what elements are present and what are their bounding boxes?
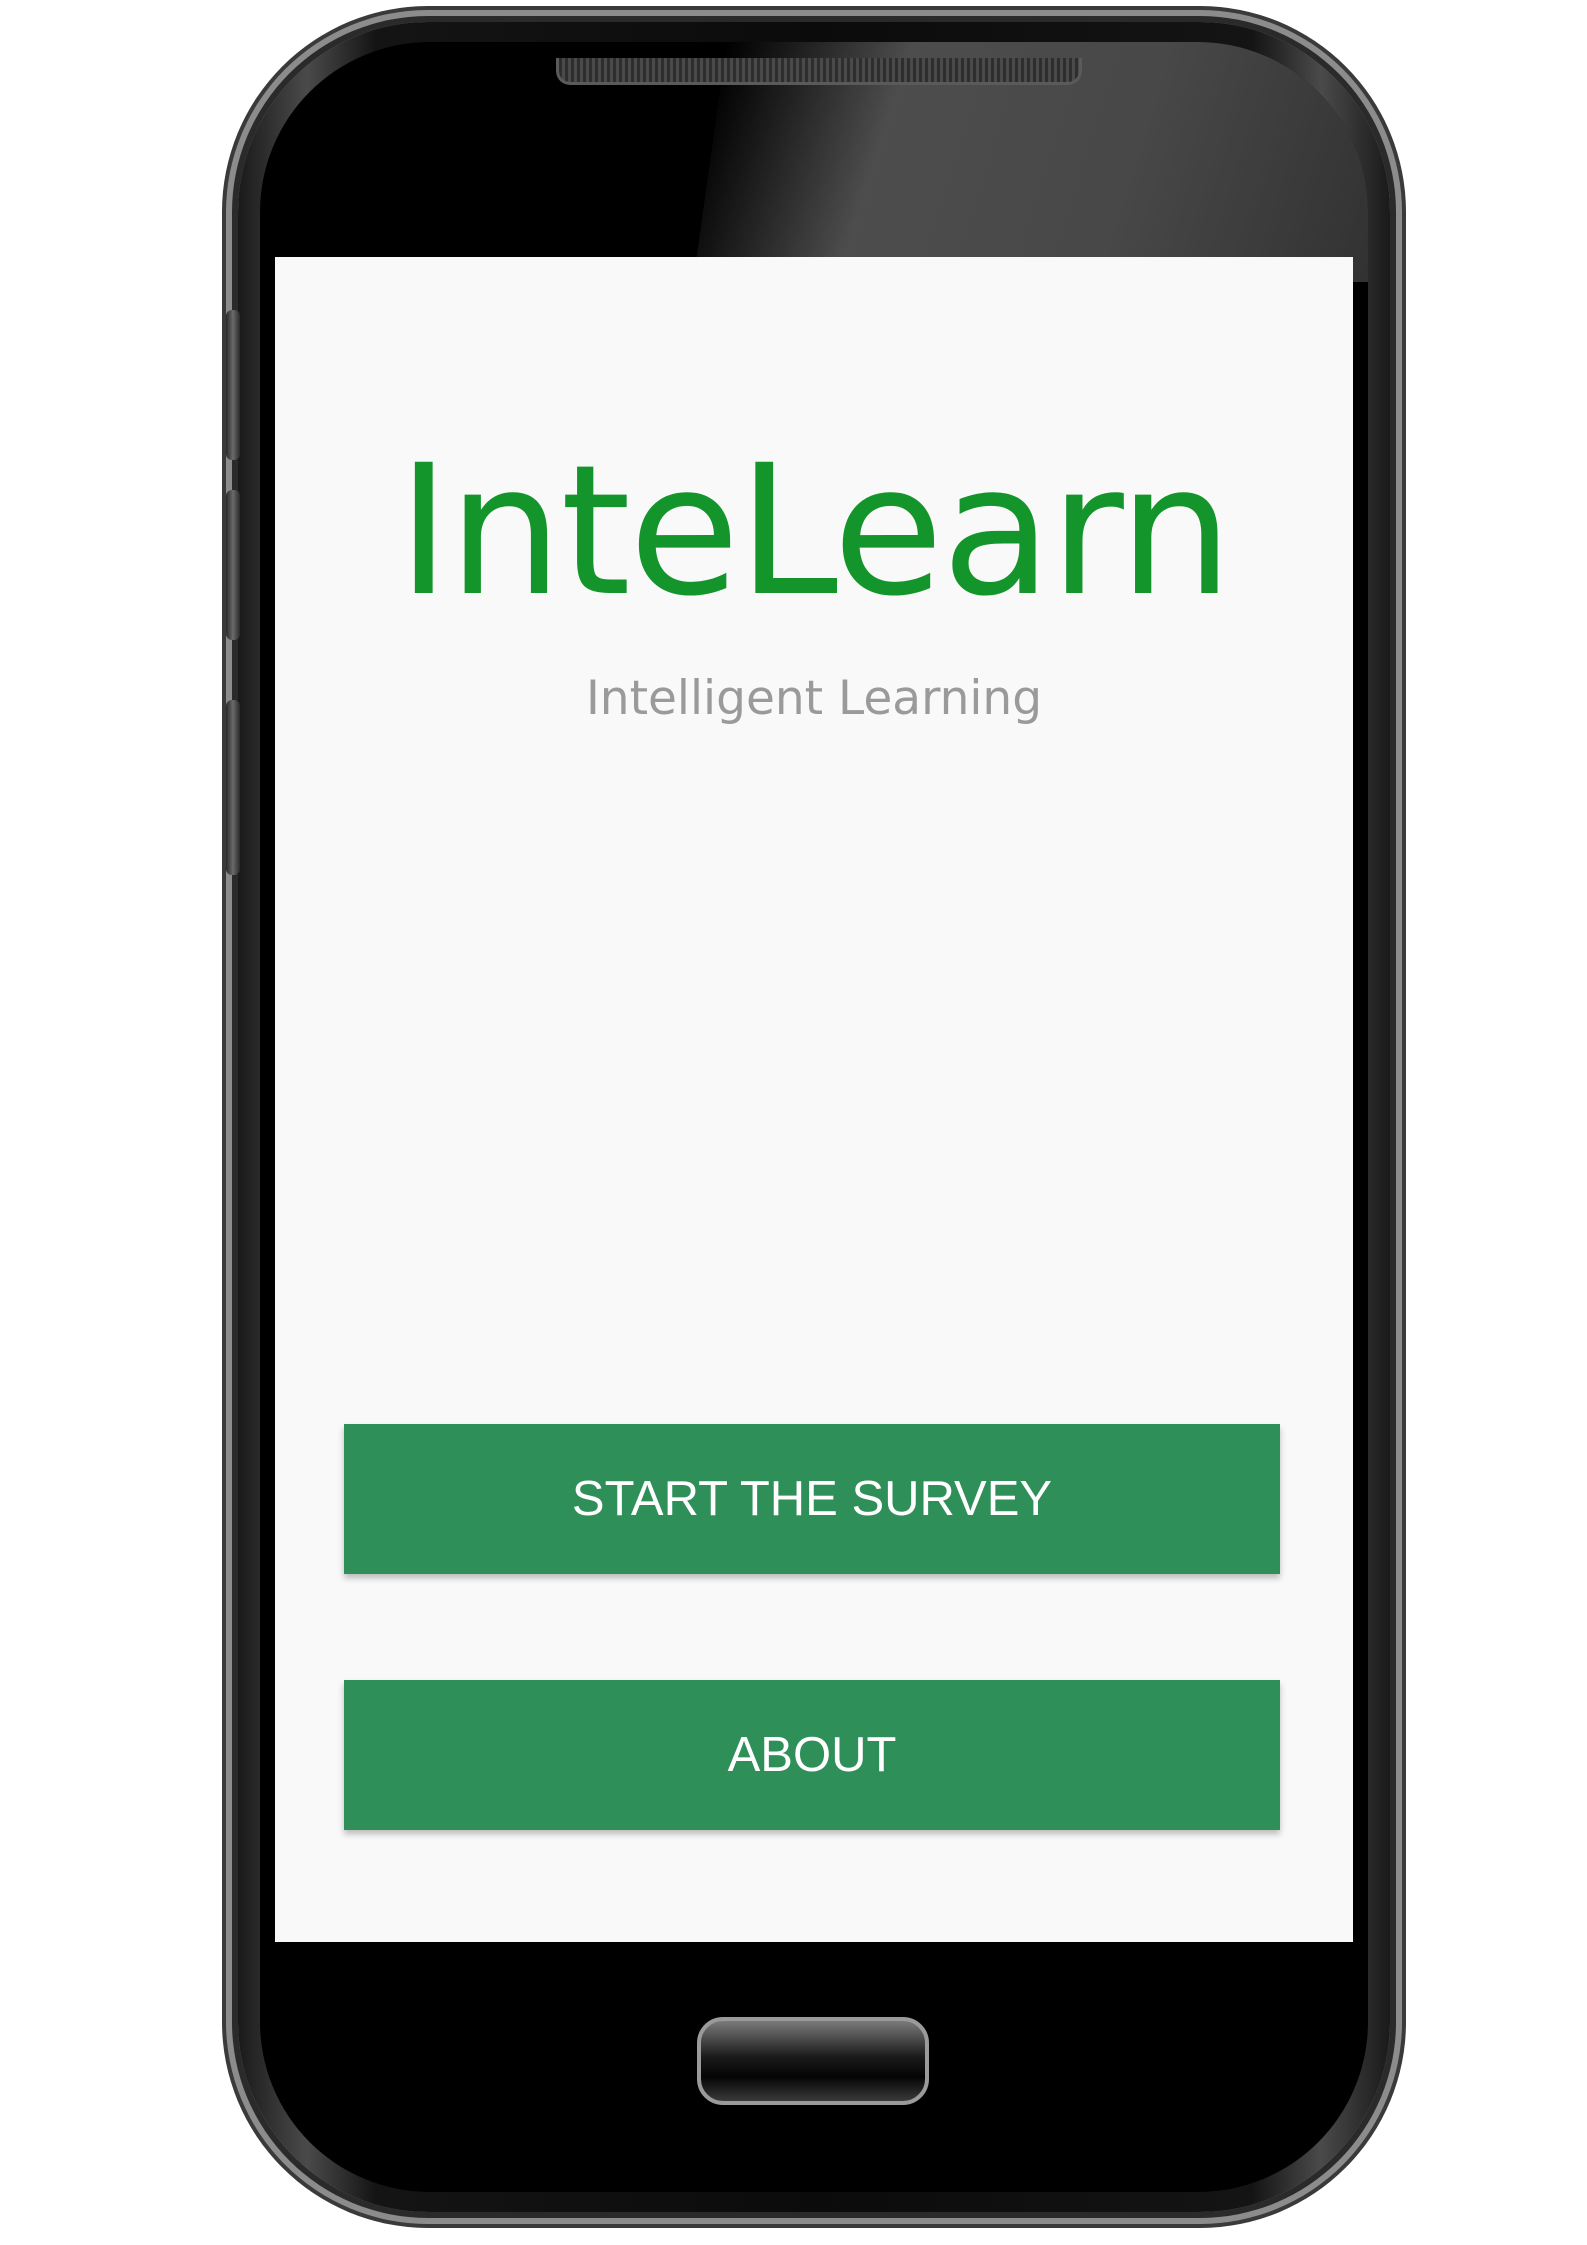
side-button-bottom (226, 700, 240, 875)
side-button-middle (226, 490, 240, 640)
start-survey-button[interactable]: START THE SURVEY (344, 1424, 1280, 1574)
app-title: InteLearn (397, 427, 1233, 636)
app-subtitle: Intelligent Learning (585, 671, 1043, 726)
home-button[interactable] (697, 2017, 929, 2105)
page: InteLearn Intelligent Learning START THE… (0, 0, 1587, 2245)
app-screen: InteLearn Intelligent Learning START THE… (275, 257, 1353, 1942)
about-button[interactable]: ABOUT (344, 1680, 1280, 1830)
earpiece-speaker (556, 58, 1082, 85)
side-button-top (226, 310, 240, 460)
